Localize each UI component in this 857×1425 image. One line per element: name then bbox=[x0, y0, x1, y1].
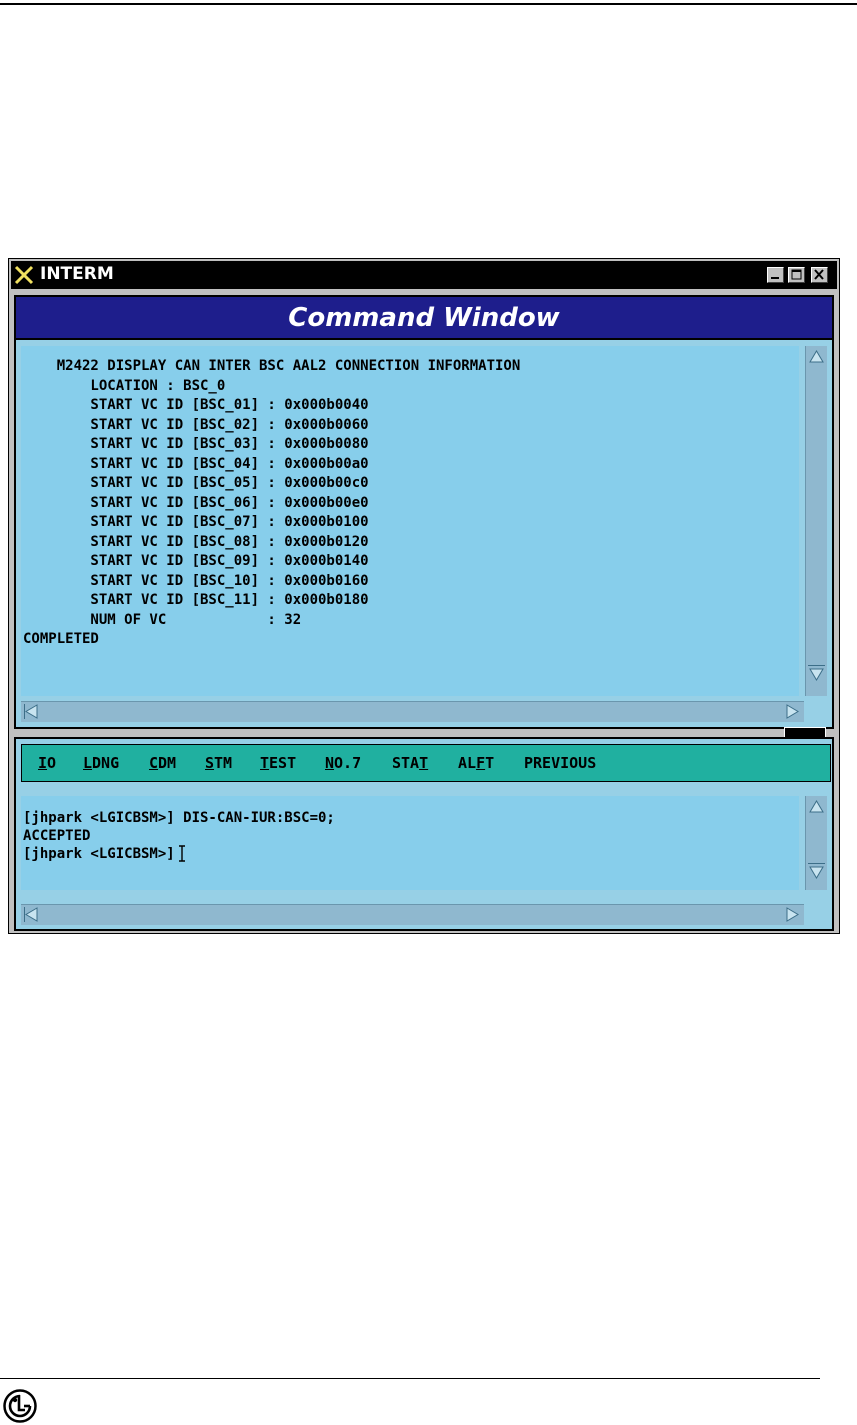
command-input-area[interactable]: [jhpark <LGICBSM>] DIS-CAN-IUR:BSC=0; ACC… bbox=[21, 796, 799, 890]
menu-item-stat[interactable]: STAT bbox=[392, 754, 428, 772]
output-line: NUM OF VC : 32 bbox=[23, 611, 302, 628]
output-line: M2422 DISPLAY CAN INTER BSC AAL2 CONNECT… bbox=[23, 358, 521, 374]
menu-item-mnemonic: T bbox=[419, 754, 429, 772]
menu-bar: IO LDNG CDM STM TEST NO.7 STAT ALFT PREVIOUS bbox=[21, 744, 831, 782]
output-line: START VC ID [BSC_04] : 0x000b00a0 bbox=[23, 455, 369, 472]
minimize-icon bbox=[771, 277, 779, 279]
window-title: INTERM bbox=[40, 264, 114, 284]
command-line-text: ACCEPTED bbox=[23, 828, 91, 844]
command-line: [jhpark <LGICBSM>] bbox=[23, 845, 335, 863]
close-button[interactable] bbox=[811, 267, 828, 283]
scroll-down-icon[interactable] bbox=[807, 863, 826, 882]
menu-item-label-suffix: O bbox=[47, 754, 57, 772]
menu-item-mnemonic: L bbox=[83, 754, 93, 772]
menu-item-label-prefix: STA bbox=[392, 754, 420, 772]
command-line: [jhpark <LGICBSM>] DIS-CAN-IUR:BSC=0; bbox=[23, 809, 335, 827]
menu-item-label-prefix: AL bbox=[458, 754, 477, 772]
output-vertical-scrollbar[interactable] bbox=[805, 346, 827, 696]
output-line: START VC ID [BSC_11] : 0x000b0180 bbox=[23, 592, 369, 608]
output-line: START VC ID [BSC_07] : 0x000b0100 bbox=[23, 514, 369, 530]
command-vertical-scrollbar[interactable] bbox=[805, 796, 827, 890]
menu-item-no7[interactable]: NO.7 bbox=[325, 754, 361, 772]
menu-item-alft[interactable]: ALFT bbox=[458, 754, 494, 772]
text-cursor-icon bbox=[178, 845, 185, 862]
command-line: ACCEPTED bbox=[23, 827, 335, 845]
output-line: LOCATION : BSC_0 bbox=[23, 377, 226, 394]
menu-item-label-suffix: EST bbox=[269, 754, 297, 772]
menu-item-test[interactable]: TEST bbox=[260, 754, 296, 772]
maximize-button[interactable] bbox=[788, 267, 805, 283]
menu-item-label-suffix: DM bbox=[158, 754, 177, 772]
menu-item-label-suffix: DNG bbox=[92, 754, 120, 772]
close-icon bbox=[814, 269, 824, 280]
scroll-up-icon[interactable] bbox=[807, 797, 826, 816]
output-line: START VC ID [BSC_01] : 0x000b0040 bbox=[23, 397, 369, 413]
menu-item-label-suffix: O.7 bbox=[334, 754, 362, 772]
page-top-rule bbox=[0, 3, 857, 5]
output-pane: Command Window M2422 DISPLAY CAN INTER B… bbox=[14, 295, 834, 729]
title-bar[interactable]: INTERM bbox=[11, 261, 837, 289]
scroll-left-icon[interactable] bbox=[22, 905, 41, 924]
scroll-right-icon[interactable] bbox=[783, 905, 802, 924]
menu-item-label-suffix: T bbox=[485, 754, 495, 772]
command-line-text: [jhpark <LGICBSM>] bbox=[23, 846, 175, 862]
menu-item-label: PREVIOUS bbox=[524, 754, 597, 772]
menu-item-ldng[interactable]: LDNG bbox=[83, 754, 119, 772]
menu-item-mnemonic: F bbox=[476, 754, 486, 772]
output-line: START VC ID [BSC_02] : 0x000b0060 bbox=[23, 416, 369, 433]
menu-item-mnemonic: T bbox=[260, 754, 270, 772]
menu-item-previous[interactable]: PREVIOUS bbox=[524, 754, 596, 772]
output-line: START VC ID [BSC_03] : 0x000b0080 bbox=[23, 436, 369, 452]
maximize-icon bbox=[791, 269, 802, 280]
lg-logo-icon bbox=[3, 1389, 37, 1423]
output-horizontal-scrollbar[interactable] bbox=[21, 701, 804, 722]
command-horizontal-scrollbar[interactable] bbox=[21, 904, 804, 925]
command-window-header: Command Window bbox=[16, 297, 832, 340]
scroll-down-icon[interactable] bbox=[807, 665, 826, 684]
output-lines: M2422 DISPLAY CAN INTER BSC AAL2 CONNECT… bbox=[23, 357, 520, 650]
menu-item-cdm[interactable]: CDM bbox=[149, 754, 176, 772]
output-line: COMPLETED bbox=[23, 631, 99, 647]
x-logo-icon bbox=[14, 265, 34, 285]
menu-item-mnemonic: C bbox=[149, 754, 159, 772]
command-pane: IO LDNG CDM STM TEST NO.7 STAT ALFT PREVIOUS [jh… bbox=[14, 737, 834, 931]
minimize-button[interactable] bbox=[767, 267, 784, 283]
output-line: START VC ID [BSC_10] : 0x000b0160 bbox=[23, 572, 369, 589]
menu-item-mnemonic: I bbox=[38, 754, 48, 772]
output-line: START VC ID [BSC_09] : 0x000b0140 bbox=[23, 553, 369, 569]
menu-item-io[interactable]: IO bbox=[38, 754, 56, 772]
interm-window: INTERM Command Window M2422 DISPLAY CAN … bbox=[8, 258, 840, 934]
output-line: START VC ID [BSC_05] : 0x000b00c0 bbox=[23, 475, 369, 491]
menu-item-stm[interactable]: STM bbox=[205, 754, 232, 772]
command-lines: [jhpark <LGICBSM>] DIS-CAN-IUR:BSC=0; ACC… bbox=[23, 809, 335, 863]
command-line-text: [jhpark <LGICBSM>] DIS-CAN-IUR:BSC=0; bbox=[23, 810, 335, 826]
output-line: START VC ID [BSC_06] : 0x000b00e0 bbox=[23, 494, 369, 511]
scroll-up-icon[interactable] bbox=[807, 347, 826, 366]
page-bottom-rule bbox=[0, 1378, 820, 1379]
menu-item-mnemonic: N bbox=[325, 754, 335, 772]
scroll-right-icon[interactable] bbox=[783, 702, 802, 721]
menu-item-label-suffix: TM bbox=[214, 754, 233, 772]
output-area[interactable]: M2422 DISPLAY CAN INTER BSC AAL2 CONNECT… bbox=[21, 346, 799, 696]
scroll-left-icon[interactable] bbox=[22, 702, 41, 721]
header-title: Command Window bbox=[288, 303, 560, 333]
output-line: START VC ID [BSC_08] : 0x000b0120 bbox=[23, 533, 369, 550]
menu-item-mnemonic: S bbox=[205, 754, 215, 772]
